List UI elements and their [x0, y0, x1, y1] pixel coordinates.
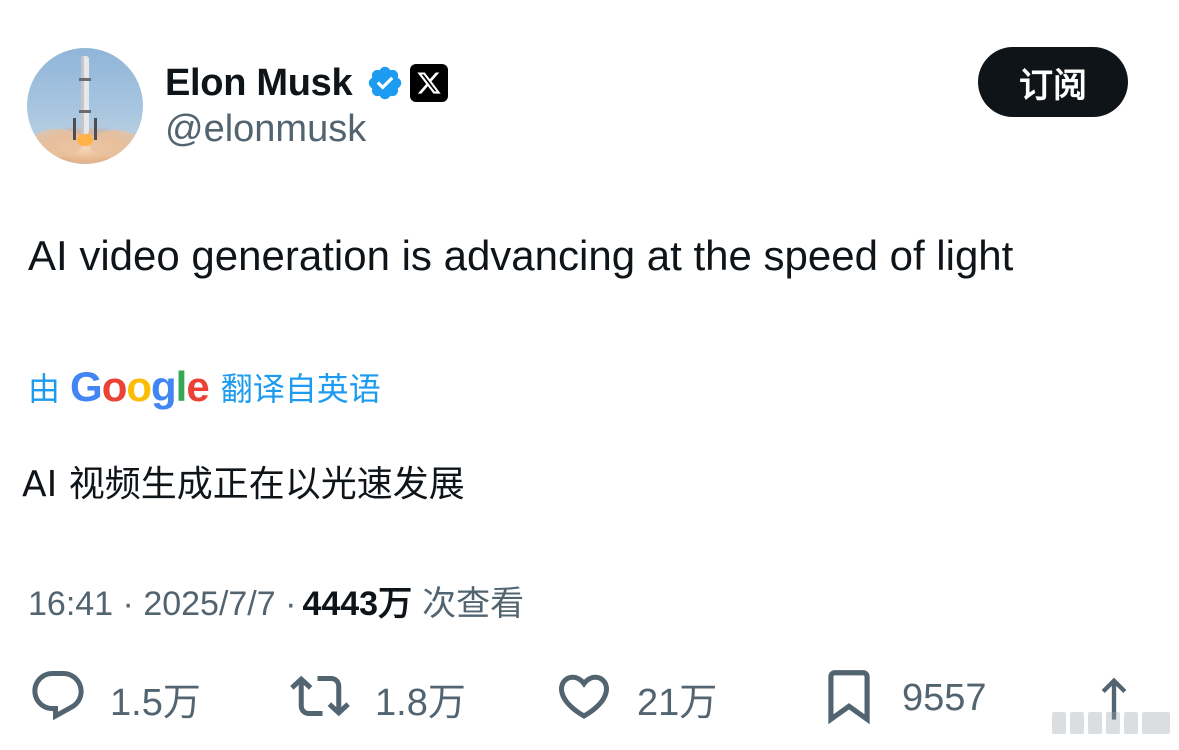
author-name-row: Elon Musk	[165, 60, 449, 106]
google-logo: Google	[70, 363, 210, 411]
google-letter: g	[151, 363, 177, 410]
tweet-meta: 16:41 · 2025/7/7 · 4443万 次查看	[28, 576, 524, 625]
tweet-date[interactable]: 2025/7/7	[143, 585, 275, 624]
x-affiliate-icon	[410, 64, 449, 102]
retweet-icon	[287, 666, 353, 731]
tweet-time[interactable]: 16:41	[28, 585, 113, 624]
author-name[interactable]: Elon Musk	[165, 62, 353, 105]
heart-icon	[553, 666, 615, 731]
like-count: 21万	[637, 681, 718, 724]
subscribe-button[interactable]: 订阅	[978, 47, 1128, 117]
retweet-button[interactable]: 1.8万	[287, 668, 466, 728]
view-count-label: 次查看	[422, 584, 525, 624]
author-handle[interactable]: @elonmusk	[165, 108, 366, 151]
verified-badge-icon	[366, 64, 404, 102]
tweet-text: AI video generation is advancing at the …	[28, 232, 1014, 279]
translation-suffix: 翻译自英语	[220, 370, 381, 408]
reply-button[interactable]: 1.5万	[28, 668, 201, 728]
bookmark-button[interactable]: 9557	[818, 668, 987, 728]
translated-text: AI 视频生成正在以光速发展	[22, 464, 465, 505]
google-letter: l	[175, 363, 188, 410]
bookmark-icon	[818, 665, 880, 732]
google-letter: G	[70, 363, 103, 410]
watermark	[1050, 704, 1174, 742]
reply-count: 1.5万	[110, 681, 201, 724]
google-letter: e	[186, 363, 209, 410]
translation-prefix: 由	[28, 370, 61, 408]
separator-dot: ·	[113, 585, 144, 623]
bookmark-count: 9557	[902, 676, 987, 719]
avatar[interactable]	[27, 48, 143, 164]
reply-icon	[28, 666, 88, 731]
retweet-count: 1.8万	[375, 681, 466, 724]
view-count: 4443万	[302, 585, 413, 623]
google-letter: o	[126, 363, 152, 410]
like-button[interactable]: 21万	[553, 668, 717, 728]
rocket-launch-avatar-icon	[27, 56, 143, 164]
translation-attribution[interactable]: 由 Google 翻译自英语	[28, 362, 381, 412]
separator-dot: ·	[275, 585, 297, 623]
google-letter: o	[101, 363, 128, 410]
